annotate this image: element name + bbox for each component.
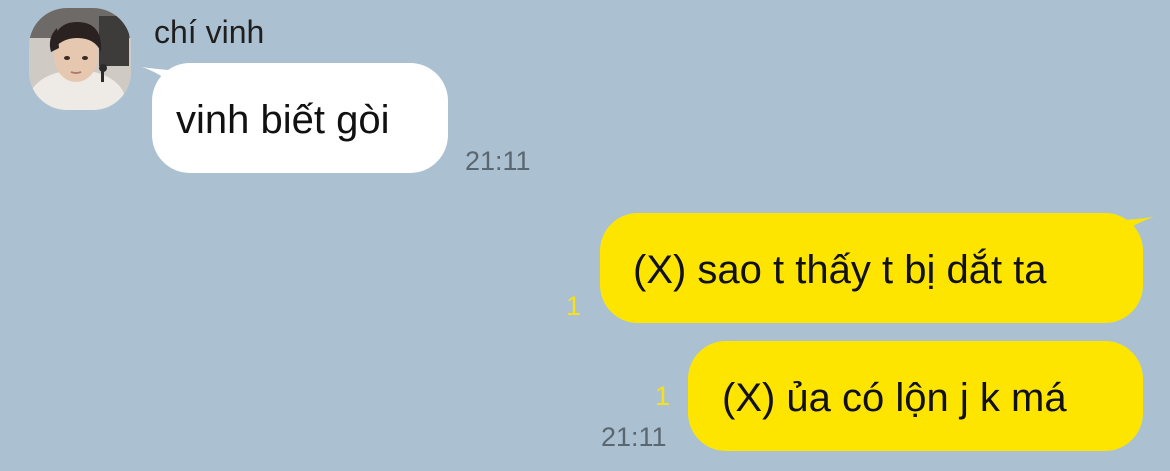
outgoing-message-bubble[interactable]: (X) ủa có lộn j k má — [688, 341, 1143, 451]
unread-count: 1 — [566, 291, 582, 321]
message-timestamp: 21:11 — [465, 146, 531, 176]
incoming-message-bubble[interactable]: vinh biết gòi — [152, 63, 448, 173]
message-text: (X) ủa có lộn j k má — [722, 376, 1067, 420]
sender-name[interactable]: chí vinh — [154, 13, 264, 51]
unread-count: 1 — [655, 381, 671, 411]
message-timestamp: 21:11 — [601, 422, 667, 452]
message-text: (X) sao t thấy t bị dắt ta — [633, 248, 1047, 292]
avatar-image — [29, 8, 131, 110]
outgoing-message-bubble[interactable]: (X) sao t thấy t bị dắt ta — [600, 213, 1143, 323]
message-text: vinh biết gòi — [176, 98, 390, 142]
avatar[interactable] — [29, 8, 131, 110]
